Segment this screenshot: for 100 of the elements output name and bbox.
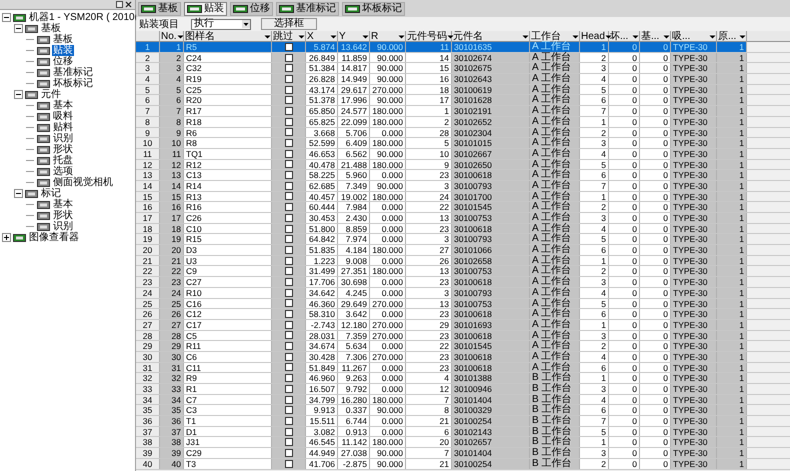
checkbox[interactable]: [284, 214, 292, 222]
dropdown-arrow-icon[interactable]: [264, 33, 271, 40]
checkbox[interactable]: [284, 192, 292, 200]
checkbox[interactable]: [284, 438, 292, 446]
table-cell: A 工作台: [530, 180, 580, 191]
dropdown-arrow-icon[interactable]: [632, 33, 639, 40]
checkbox[interactable]: [284, 86, 292, 94]
tree-item[interactable]: 元件: [40, 89, 62, 100]
checkbox[interactable]: [284, 331, 292, 340]
checkbox[interactable]: [284, 203, 292, 212]
checkbox[interactable]: [284, 363, 292, 372]
checkbox[interactable]: [284, 256, 292, 265]
dropdown-arrow-icon[interactable]: [447, 33, 454, 40]
checkbox[interactable]: [284, 299, 292, 308]
tree-item[interactable]: 形状: [52, 144, 74, 155]
checkbox[interactable]: [284, 278, 292, 286]
tab[interactable]: 贴装: [184, 2, 227, 16]
close-icon[interactable]: [125, 1, 132, 8]
checkbox[interactable]: [284, 406, 292, 414]
dropdown-arrow-icon[interactable]: [572, 33, 579, 40]
checkbox[interactable]: [284, 118, 292, 126]
table-cell: TYPE-30: [671, 330, 717, 340]
table-cell: TYPE-30: [671, 437, 717, 448]
checkbox[interactable]: [284, 352, 292, 361]
tree-item[interactable]: 基准标记: [52, 67, 94, 78]
checkbox[interactable]: [284, 267, 292, 276]
select-box-button[interactable]: 选择框: [261, 18, 317, 30]
collapse-icon[interactable]: [14, 24, 23, 33]
dropdown-arrow-icon[interactable]: [663, 33, 670, 40]
caret-icon[interactable]: [242, 20, 250, 28]
tree-item[interactable]: 基板: [52, 34, 74, 45]
checkbox[interactable]: [284, 396, 292, 404]
tab[interactable]: 基准标记: [276, 2, 339, 16]
tree-item[interactable]: 标记: [40, 188, 62, 199]
checkbox[interactable]: [284, 74, 292, 83]
pin-icon[interactable]: [116, 1, 123, 8]
tree-item[interactable]: 托盘: [52, 155, 74, 166]
checkbox[interactable]: [284, 342, 292, 350]
tree-item[interactable]: 吸料: [52, 111, 74, 122]
tree-item[interactable]: 识别: [52, 133, 74, 144]
tree-item[interactable]: 坏板标记: [52, 78, 94, 89]
table-cell: 0: [640, 416, 671, 426]
dropdown-arrow-icon[interactable]: [176, 33, 184, 40]
mode-select[interactable]: 执行: [191, 18, 251, 30]
tree-item[interactable]: 形状: [52, 210, 74, 221]
checkbox[interactable]: [284, 182, 292, 190]
tree-item[interactable]: 基本: [52, 199, 74, 210]
dropdown-arrow-icon[interactable]: [330, 33, 337, 40]
row-number: 11: [136, 148, 160, 159]
tree-item[interactable]: 图像查看器: [28, 232, 80, 243]
checkbox[interactable]: [284, 128, 292, 136]
checkbox[interactable]: [284, 64, 292, 72]
tree-item[interactable]: 基本: [52, 100, 74, 111]
table-cell: 20: [406, 437, 452, 448]
expand-icon[interactable]: [2, 233, 11, 242]
dropdown-arrow-icon[interactable]: [522, 33, 529, 40]
checkbox[interactable]: [284, 320, 292, 329]
tree-item[interactable]: 侧面视觉相机: [52, 177, 114, 188]
checkbox[interactable]: [284, 460, 292, 468]
collapse-icon[interactable]: [14, 189, 23, 198]
table-cell: 30102674: [452, 52, 530, 62]
tree-item[interactable]: 位移: [52, 56, 74, 67]
tree-item[interactable]: 选项: [52, 166, 74, 177]
table-cell: A 工作台: [530, 148, 580, 159]
tab[interactable]: 基板: [138, 2, 181, 16]
tab[interactable]: 坏板标记: [342, 2, 405, 16]
checkbox[interactable]: [284, 310, 292, 318]
checkbox[interactable]: [284, 288, 292, 297]
checkbox[interactable]: [284, 416, 292, 425]
tree-item[interactable]: 贴料: [52, 122, 74, 133]
dropdown-arrow-icon[interactable]: [362, 33, 369, 40]
table-cell: R14: [184, 180, 272, 191]
dropdown-arrow-icon[interactable]: [298, 33, 305, 40]
dropdown-arrow-icon[interactable]: [604, 33, 612, 40]
checkbox[interactable]: [284, 150, 292, 158]
dropdown-arrow-icon[interactable]: [709, 33, 716, 40]
tab[interactable]: 位移: [230, 2, 273, 16]
table-cell: 0.000: [370, 416, 406, 426]
checkbox[interactable]: [284, 235, 292, 244]
checkbox[interactable]: [284, 106, 292, 115]
checkbox[interactable]: [284, 428, 292, 436]
checkbox[interactable]: [284, 448, 292, 457]
checkbox[interactable]: [284, 54, 292, 62]
tree-item[interactable]: 识别: [52, 221, 74, 232]
checkbox[interactable]: [284, 384, 292, 393]
checkbox[interactable]: [284, 171, 292, 180]
collapse-icon[interactable]: [14, 90, 23, 99]
collapse-icon[interactable]: [2, 13, 11, 22]
checkbox[interactable]: [284, 224, 292, 233]
tree-item[interactable]: 基板: [40, 23, 62, 34]
table-cell: 29: [160, 341, 184, 351]
checkbox[interactable]: [284, 96, 292, 104]
dropdown-arrow-icon[interactable]: [739, 33, 746, 40]
dropdown-arrow-icon[interactable]: [398, 33, 405, 40]
checkbox[interactable]: [284, 160, 292, 168]
checkbox[interactable]: [284, 246, 292, 254]
tree-item[interactable]: 贴装: [52, 45, 74, 56]
checkbox[interactable]: [284, 42, 292, 51]
checkbox[interactable]: [284, 139, 292, 148]
checkbox[interactable]: [284, 374, 292, 382]
